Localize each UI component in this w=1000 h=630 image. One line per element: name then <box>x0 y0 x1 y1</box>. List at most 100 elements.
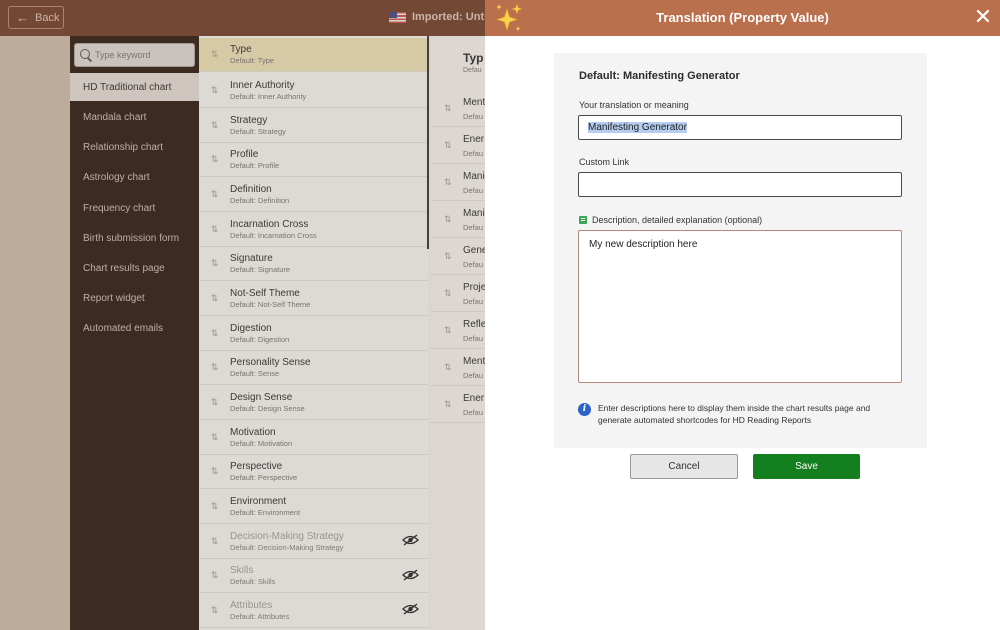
sort-handle-icon[interactable]: ⇅ <box>444 325 452 336</box>
sort-handle-icon[interactable]: ⇅ <box>444 177 452 188</box>
eye-slash-icon[interactable] <box>402 603 419 615</box>
property-default: Default: Digestion <box>230 335 290 344</box>
sort-handle-icon[interactable]: ⇅ <box>199 154 230 165</box>
translation-label: Your translation or meaning <box>579 100 689 110</box>
sort-handle-icon[interactable]: ⇅ <box>199 120 230 131</box>
sort-handle-icon[interactable]: ⇅ <box>199 605 230 616</box>
description-textarea[interactable]: My new description here <box>578 230 902 383</box>
column-divider <box>427 36 429 249</box>
value-default: Defau <box>463 408 484 417</box>
property-default: Default: Sense <box>230 369 280 378</box>
value-default: Defau <box>463 223 484 232</box>
value-row[interactable]: ⇅ Proje Defau <box>431 275 485 312</box>
save-button[interactable]: Save <box>753 454 860 479</box>
sidebar-item-label: Mandala chart <box>83 111 147 123</box>
property-default: Default: Attributes <box>230 612 290 621</box>
sort-handle-icon[interactable]: ⇅ <box>444 251 452 262</box>
value-name: Mani <box>463 171 485 182</box>
sidebar-item-chart-results-page[interactable]: Chart results page <box>70 254 199 282</box>
property-name: Digestion <box>230 323 272 334</box>
back-label: Back <box>35 11 60 24</box>
sidebar-item-astrology-chart[interactable]: Astrology chart <box>70 163 199 191</box>
property-row-environment[interactable]: ⇅ Environment Default: Environment <box>199 490 428 524</box>
value-row[interactable]: ⇅ Ener Defau <box>431 127 485 164</box>
sort-handle-icon[interactable]: ⇅ <box>444 214 452 225</box>
search-input[interactable] <box>95 50 190 60</box>
sidebar-item-hd-traditional-chart[interactable]: HD Traditional chart <box>70 73 199 101</box>
values-column-header-sub: Defau <box>463 67 482 74</box>
value-row[interactable]: ⇅ Mani Defau <box>431 164 485 201</box>
property-name: Incarnation Cross <box>230 219 309 230</box>
value-row[interactable]: ⇅ Mani Defau <box>431 201 485 238</box>
sidebar-item-report-widget[interactable]: Report widget <box>70 284 199 312</box>
sort-handle-icon[interactable]: ⇅ <box>444 399 452 410</box>
property-row-definition[interactable]: ⇅ Definition Default: Definition <box>199 178 428 212</box>
property-row-digestion[interactable]: ⇅ Digestion Default: Digestion <box>199 317 428 351</box>
sort-handle-icon[interactable]: ⇅ <box>199 362 230 373</box>
property-row-not-self-theme[interactable]: ⇅ Not-Self Theme Default: Not-Self Theme <box>199 282 428 316</box>
sort-handle-icon[interactable]: ⇅ <box>444 288 452 299</box>
sort-handle-icon[interactable]: ⇅ <box>199 49 230 60</box>
property-row-motivation[interactable]: ⇅ Motivation Default: Motivation <box>199 421 428 455</box>
property-row-attributes[interactable]: ⇅ Attributes Default: Attributes <box>199 594 428 628</box>
info-text: Enter descriptions here to display them … <box>598 403 871 425</box>
value-row[interactable]: ⇅ Refle Defau <box>431 312 485 349</box>
sort-handle-icon[interactable]: ⇅ <box>199 466 230 477</box>
sort-handle-icon[interactable]: ⇅ <box>199 224 230 235</box>
property-row-skills[interactable]: ⇅ Skills Default: Skills <box>199 559 428 593</box>
value-name: Ener <box>463 134 485 145</box>
sort-handle-icon[interactable]: ⇅ <box>199 501 230 512</box>
property-default: Default: Definition <box>230 196 290 205</box>
search-box[interactable] <box>74 43 195 67</box>
value-default: Defau <box>463 149 484 158</box>
panel-header: Translation (Property Value) ✕ <box>485 0 1000 36</box>
property-name: Strategy <box>230 115 268 126</box>
value-default: Defau <box>463 334 484 343</box>
translation-panel: Translation (Property Value) ✕ Default: … <box>485 0 1000 630</box>
cancel-button[interactable]: Cancel <box>630 454 738 479</box>
sidebar-item-relationship-chart[interactable]: Relationship chart <box>70 133 199 161</box>
value-row[interactable]: ⇅ Ener Defau <box>431 386 485 423</box>
property-default: Default: Motivation <box>230 439 293 448</box>
sidebar-item-mandala-chart[interactable]: Mandala chart <box>70 103 199 131</box>
eye-slash-icon[interactable] <box>402 569 419 581</box>
sort-handle-icon[interactable]: ⇅ <box>444 103 452 114</box>
property-row-signature[interactable]: ⇅ Signature Default: Signature <box>199 247 428 281</box>
sort-handle-icon[interactable]: ⇅ <box>199 85 230 96</box>
property-row-inner-authority[interactable]: ⇅ Inner Authority Default: Inner Authorit… <box>199 74 428 108</box>
property-row-personality-sense[interactable]: ⇅ Personality Sense Default: Sense <box>199 351 428 385</box>
sidebar-item-automated-emails[interactable]: Automated emails <box>70 314 199 342</box>
property-row-incarnation-cross[interactable]: ⇅ Incarnation Cross Default: Incarnation … <box>199 213 428 247</box>
eye-slash-icon[interactable] <box>402 534 419 546</box>
property-row-perspective[interactable]: ⇅ Perspective Default: Perspective <box>199 455 428 489</box>
property-row-design-sense[interactable]: ⇅ Design Sense Default: Design Sense <box>199 386 428 420</box>
custom-link-input[interactable] <box>578 172 902 197</box>
property-row-profile[interactable]: ⇅ Profile Default: Profile <box>199 143 428 177</box>
sort-handle-icon[interactable]: ⇅ <box>444 362 452 373</box>
close-icon[interactable]: ✕ <box>971 5 995 29</box>
back-button[interactable]: ← Back <box>8 6 64 29</box>
sidebar-item-birth-submission-form[interactable]: Birth submission form <box>70 224 199 252</box>
translation-input[interactable]: Manifesting Generator <box>578 115 902 140</box>
sort-handle-icon[interactable]: ⇅ <box>199 258 230 269</box>
sidebar-item-frequency-chart[interactable]: Frequency chart <box>70 194 199 222</box>
value-row[interactable]: ⇅ Gene Defau <box>431 238 485 275</box>
sort-handle-icon[interactable]: ⇅ <box>199 189 230 200</box>
sort-handle-icon[interactable]: ⇅ <box>199 293 230 304</box>
value-row[interactable]: ⇅ Ment Defau <box>431 90 485 127</box>
property-name: Perspective <box>230 461 283 472</box>
sort-handle-icon[interactable]: ⇅ <box>444 140 452 151</box>
arrow-left-icon: ← <box>16 10 29 25</box>
value-row[interactable]: ⇅ Ment Defau <box>431 349 485 386</box>
sidebar-item-label: Automated emails <box>83 322 164 334</box>
value-default: Defau <box>463 186 484 195</box>
property-row-type[interactable]: ⇅ Type Default: Type <box>199 38 428 72</box>
sort-handle-icon[interactable]: ⇅ <box>199 570 230 581</box>
sort-handle-icon[interactable]: ⇅ <box>199 397 230 408</box>
property-default: Default: Incarnation Cross <box>230 231 317 240</box>
sort-handle-icon[interactable]: ⇅ <box>199 432 230 443</box>
property-row-strategy[interactable]: ⇅ Strategy Default: Strategy <box>199 109 428 143</box>
sort-handle-icon[interactable]: ⇅ <box>199 536 230 547</box>
property-row-decision-making-strategy[interactable]: ⇅ Decision-Making Strategy Default: Decis… <box>199 525 428 559</box>
sort-handle-icon[interactable]: ⇅ <box>199 328 230 339</box>
